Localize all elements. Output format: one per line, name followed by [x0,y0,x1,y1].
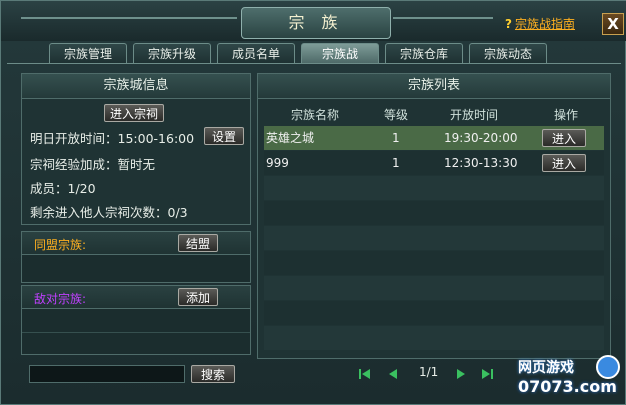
search-input[interactable] [29,365,185,383]
watermark-logo: 网页游戏 07073.com [516,355,624,403]
prev-page-icon[interactable] [385,366,401,382]
enemy-label: 敌对宗族: [34,292,87,306]
title-ornament-left [21,17,237,19]
clan-city-info-title: 宗族城信息 [22,74,250,99]
clan-time-cell: 12:30-13:30 [444,156,518,170]
enemy-divider [22,332,250,333]
table-row[interactable]: 999 1 12:30-13:30 进入 [264,151,604,175]
column-header-clan-name: 宗族名称 [290,108,339,122]
title-bar: 宗 族 ? 宗族战指南 X [1,1,626,41]
column-header-open-time: 开放时间 [449,108,498,122]
next-page-icon[interactable] [453,366,469,382]
add-enemy-button[interactable]: 添加 [178,288,218,306]
empty-row [264,301,604,325]
clan-list-panel: 宗族列表 宗族名称 等级 开放时间 操作 英雄之城 1 19:30-20:00 … [257,73,611,359]
watermark-line1: 网页游戏 [518,360,574,376]
empty-row [264,251,604,275]
clan-time-cell: 19:30-20:00 [444,131,518,145]
empty-row [264,276,604,300]
close-button[interactable]: X [602,13,624,35]
clan-list-title: 宗族列表 [258,74,610,99]
empty-row [264,226,604,250]
tab-clan-management[interactable]: 宗族管理 [49,43,127,63]
alliance-label: 同盟宗族: [34,238,87,252]
column-header-level: 等级 [383,108,408,122]
open-time-text: 明日开放时间：15:00-16:00 [30,131,195,146]
settings-button[interactable]: 设置 [204,127,244,145]
column-header-action: 操作 [553,108,578,122]
window-title: 宗 族 [241,7,391,39]
watermark-mascot-icon [596,355,620,379]
clan-name-cell: 英雄之城 [266,131,315,145]
clan-level-cell: 1 [392,131,400,145]
member-count-text: 成员：1/20 [30,181,96,196]
tab-underline [7,63,621,64]
empty-row [264,201,604,225]
page-indicator: 1/1 [419,365,439,379]
watermark-line2: 07073.com [518,377,617,396]
clan-war-guide-link[interactable]: ? 宗族战指南 [505,15,575,32]
search-button[interactable]: 搜索 [191,365,235,383]
tab-clan-war[interactable]: 宗族战 [301,43,379,63]
tab-member-list[interactable]: 成员名单 [217,43,295,63]
clan-name-cell: 999 [266,156,289,170]
remaining-visits-text: 剩余进入他人宗祠次数：0/3 [30,205,188,220]
ally-button[interactable]: 结盟 [178,234,218,252]
exp-bonus-text: 宗祠经验加成：暂时无 [30,157,156,172]
title-ornament-right [393,17,493,19]
empty-row [264,176,604,200]
clan-window: 宗 族 ? 宗族战指南 X 宗族管理 宗族升级 成员名单 宗族战 宗族仓库 宗族动… [0,0,626,405]
enemy-panel: 敌对宗族: 添加 [21,285,251,355]
first-page-icon[interactable] [357,366,373,382]
tab-clan-news[interactable]: 宗族动态 [469,43,547,63]
enter-shrine-button[interactable]: 进入宗祠 [104,104,164,122]
tab-clan-warehouse[interactable]: 宗族仓库 [385,43,463,63]
table-row[interactable]: 英雄之城 1 19:30-20:00 进入 [264,126,604,150]
tab-clan-upgrade[interactable]: 宗族升级 [133,43,211,63]
enter-clan-button[interactable]: 进入 [542,154,586,172]
guide-link-label: 宗族战指南 [514,17,575,31]
close-icon: X [607,15,619,33]
last-page-icon[interactable] [479,366,495,382]
question-mark-icon: ? [505,17,512,31]
empty-row [264,326,604,350]
clan-city-info-panel: 宗族城信息 进入宗祠 明日开放时间：15:00-16:00 设置 宗祠经验加成：… [21,73,251,225]
enter-clan-button[interactable]: 进入 [542,129,586,147]
clan-level-cell: 1 [392,156,400,170]
enemy-header: 敌对宗族: 添加 [22,286,250,309]
alliance-header: 同盟宗族: 结盟 [22,232,250,255]
alliance-panel: 同盟宗族: 结盟 [21,231,251,283]
